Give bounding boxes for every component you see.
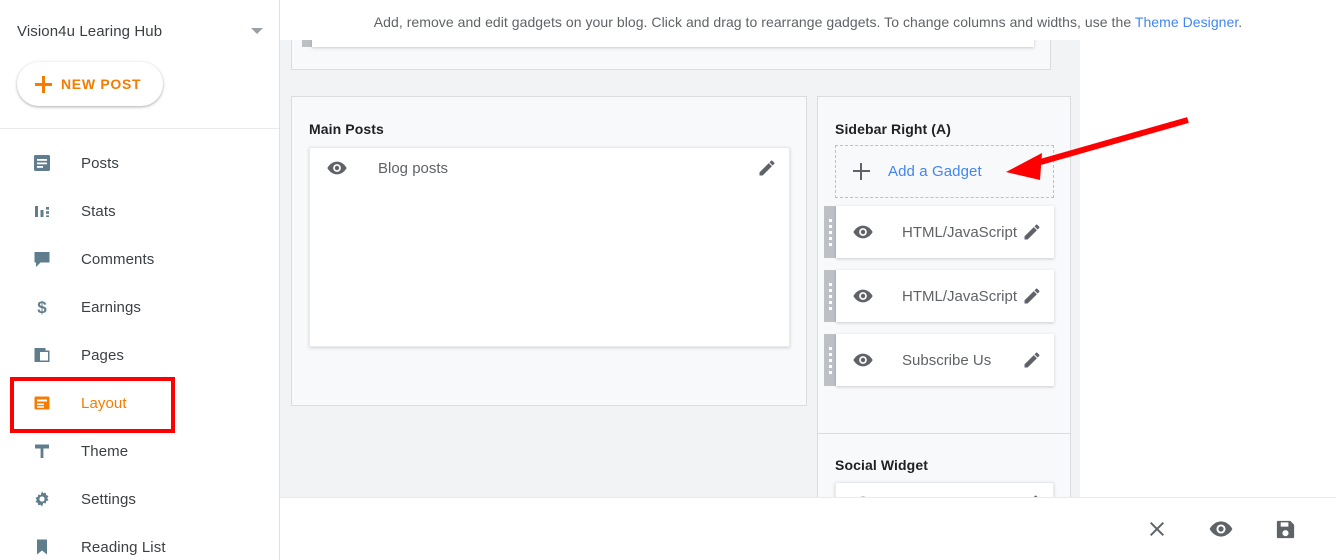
section-title: Sidebar Right (A) (835, 121, 952, 137)
layout-section-partial (291, 40, 1051, 70)
main-area: Add, remove and edit gadgets on your blo… (280, 0, 1336, 560)
eye-icon[interactable] (852, 285, 874, 307)
eye-icon[interactable] (852, 221, 874, 243)
instruction-text-before: Add, remove and edit gadgets on your blo… (373, 14, 1135, 30)
gadget-label: HTML/JavaScript (902, 223, 1018, 241)
paint-roller-icon (30, 439, 54, 463)
sidebar-item-earnings[interactable]: $ Earnings (0, 283, 279, 331)
eye-icon[interactable] (1208, 516, 1234, 542)
gadget-card[interactable]: HTML/JavaScript (836, 270, 1054, 322)
instruction-text-after: . (1238, 14, 1243, 30)
gadget-label: Subscribe Us (902, 351, 992, 369)
pencil-icon[interactable] (1022, 222, 1042, 242)
gadget-row[interactable]: HTML/JavaScript (824, 270, 1054, 322)
section-title: Main Posts (309, 121, 384, 137)
sidebar-item-pages[interactable]: Pages (0, 331, 279, 379)
layout-canvas-inner: Main Posts Blog posts Sidebar Right (A) … (280, 40, 1080, 497)
sidebar-item-label: Pages (81, 346, 125, 364)
gadget-label: Blog posts (378, 159, 449, 177)
new-post-label: NEW POST (61, 76, 142, 92)
layout-section-sidebar-right: Sidebar Right (A) Add a Gadget HTML/Java… (817, 96, 1071, 451)
sidebar-item-label: Reading List (81, 538, 166, 556)
plus-icon (853, 163, 870, 180)
pages-icon (30, 343, 54, 367)
chevron-down-icon[interactable] (251, 28, 263, 34)
layout-section-main-posts: Main Posts Blog posts (291, 96, 807, 406)
eye-icon[interactable] (852, 349, 874, 371)
sidebar-item-label: Layout (81, 394, 127, 412)
theme-designer-link[interactable]: Theme Designer (1135, 14, 1238, 30)
sidebar-item-posts[interactable]: Posts (0, 139, 279, 187)
blog-selector[interactable]: Vision4u Learing Hub (0, 0, 279, 62)
gadget-card[interactable]: Follow us on (835, 482, 1054, 497)
bottom-action-bar (280, 497, 1336, 560)
layout-section-social-widget: Social Widget Follow us on (817, 433, 1071, 497)
drag-handle[interactable] (824, 270, 836, 322)
sidebar-item-comments[interactable]: Comments (0, 235, 279, 283)
eye-icon[interactable] (326, 157, 348, 179)
drag-handle[interactable] (824, 334, 836, 386)
sidebar-nav: Posts Stats Comments $ Earnings Pages La… (0, 139, 279, 560)
layout-preview-area: Main Posts Blog posts Sidebar Right (A) … (280, 40, 1080, 497)
blog-title: Vision4u Learing Hub (17, 22, 163, 40)
sidebar-item-stats[interactable]: Stats (0, 187, 279, 235)
gadget-row[interactable]: Follow us on (836, 483, 1053, 497)
gadget-card[interactable]: HTML/JavaScript (836, 206, 1054, 258)
sidebar-item-label: Earnings (81, 298, 142, 316)
sidebar-item-reading-list[interactable]: Reading List (0, 523, 279, 560)
gadget-row[interactable]: HTML/JavaScript (824, 206, 1054, 258)
gadget-card[interactable]: Subscribe Us (836, 334, 1054, 386)
plus-icon (35, 75, 52, 93)
drag-handle[interactable] (824, 206, 836, 258)
pencil-icon[interactable] (1022, 286, 1042, 306)
pencil-icon[interactable] (1022, 350, 1042, 370)
close-icon[interactable] (1144, 516, 1170, 542)
new-post-container: NEW POST (0, 62, 279, 106)
add-a-gadget-label: Add a Gadget (888, 163, 982, 180)
gadget-row[interactable]: Blog posts (310, 148, 789, 188)
gadget-card-partial[interactable] (312, 40, 1034, 47)
gadget-row[interactable]: Subscribe Us (824, 334, 1054, 386)
instruction-text: Add, remove and edit gadgets on your blo… (374, 14, 1242, 30)
dollar-icon: $ (30, 295, 54, 319)
sidebar-item-theme[interactable]: Theme (0, 427, 279, 475)
sidebar-item-label: Theme (81, 442, 129, 460)
bookmark-icon (30, 535, 54, 559)
canvas-right-margin (1080, 40, 1336, 497)
gadget-label: HTML/JavaScript (902, 287, 1018, 305)
sidebar-item-settings[interactable]: Settings (0, 475, 279, 523)
sidebar-item-layout[interactable]: Layout (0, 377, 279, 433)
sidebar-item-label: Stats (81, 202, 116, 220)
comment-icon (30, 247, 54, 271)
save-icon[interactable] (1272, 516, 1298, 542)
layout-icon (30, 391, 54, 415)
add-a-gadget-button[interactable]: Add a Gadget (835, 145, 1054, 198)
new-post-button[interactable]: NEW POST (17, 62, 164, 106)
layout-canvas: Main Posts Blog posts Sidebar Right (A) … (280, 40, 1336, 497)
left-sidebar: Vision4u Learing Hub NEW POST Posts Stat… (0, 0, 280, 560)
article-icon (30, 151, 54, 175)
sidebar-item-label: Comments (81, 250, 155, 268)
gadget-card[interactable]: Blog posts (309, 147, 790, 347)
sidebar-item-label: Posts (81, 154, 120, 172)
svg-text:$: $ (37, 298, 47, 317)
sidebar-item-label: Settings (81, 490, 136, 508)
sidebar-divider (0, 128, 279, 129)
section-title: Social Widget (835, 457, 928, 473)
bar-chart-icon (30, 199, 54, 223)
pencil-icon[interactable] (757, 158, 777, 178)
blogger-layout-page: Vision4u Learing Hub NEW POST Posts Stat… (0, 0, 1336, 560)
gear-icon (30, 487, 54, 511)
